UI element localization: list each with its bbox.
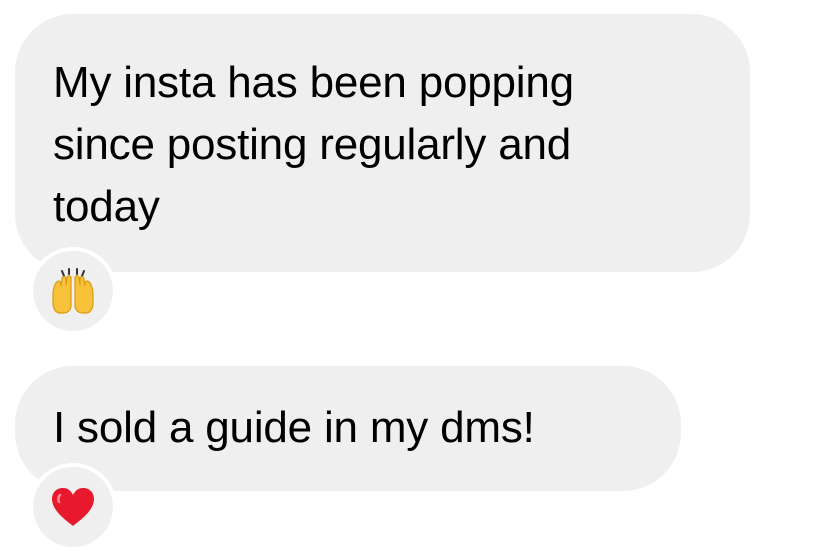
- message-reaction[interactable]: [29, 463, 117, 551]
- message-bubble[interactable]: My insta has been popping since posting …: [15, 14, 750, 272]
- red-heart-icon: [52, 488, 94, 526]
- message-text: I sold a guide in my dms!: [53, 403, 535, 452]
- raising-hands-icon: [52, 268, 94, 314]
- message-reaction[interactable]: [29, 247, 117, 335]
- message-bubble[interactable]: I sold a guide in my dms!: [15, 366, 681, 491]
- message-text: My insta has been popping since posting …: [53, 58, 574, 231]
